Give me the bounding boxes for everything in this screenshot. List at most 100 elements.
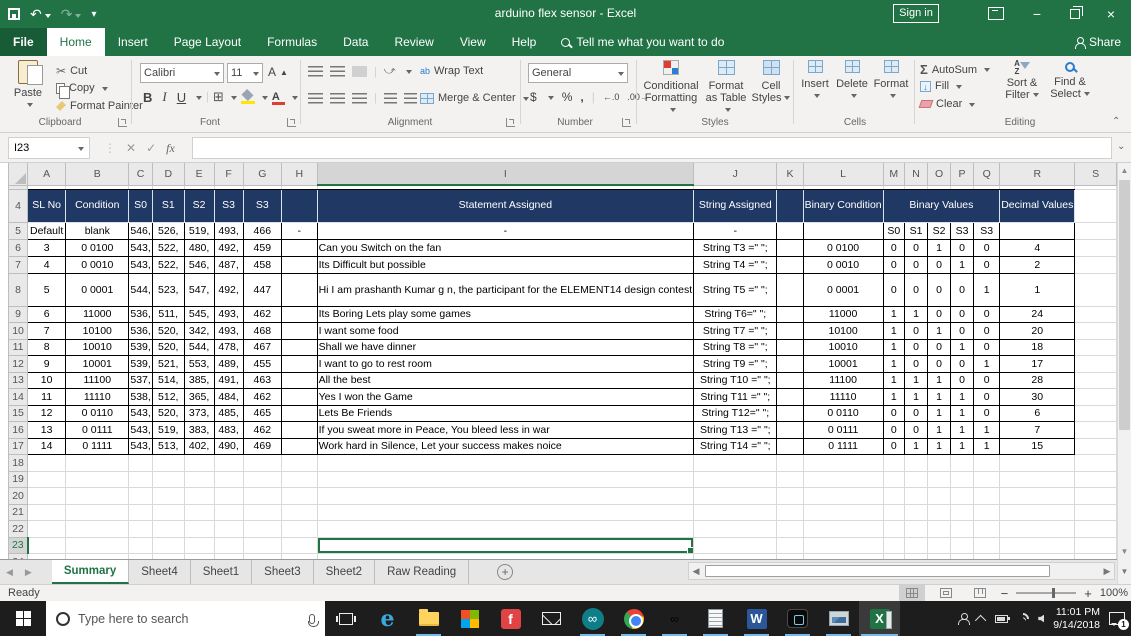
number-dialog-launcher-icon[interactable] bbox=[622, 118, 631, 127]
zoom-slider-thumb[interactable] bbox=[1052, 588, 1055, 598]
format-as-table-button[interactable]: Format as Table bbox=[703, 60, 749, 116]
cell[interactable]: 538, bbox=[129, 389, 152, 406]
increase-indent-icon[interactable] bbox=[404, 93, 417, 104]
taskbar-icon-word[interactable]: W bbox=[736, 601, 777, 636]
cell[interactable]: 0 0010 bbox=[66, 256, 129, 273]
cell[interactable] bbox=[803, 521, 883, 538]
cell[interactable]: 0 bbox=[928, 339, 951, 356]
cell[interactable]: String T4 =" "; bbox=[694, 256, 777, 273]
cell[interactable]: 0 bbox=[950, 273, 973, 306]
cell[interactable]: 546, bbox=[184, 256, 214, 273]
row-header-23[interactable]: 23 bbox=[9, 537, 28, 554]
cell[interactable] bbox=[694, 455, 777, 472]
column-header-D[interactable]: D bbox=[152, 163, 184, 185]
cell[interactable]: 462 bbox=[243, 306, 281, 323]
scrollbar-corner-icon[interactable]: ▼ bbox=[1119, 566, 1130, 577]
zoom-in-icon[interactable]: + bbox=[1084, 586, 1092, 601]
cell[interactable] bbox=[281, 405, 317, 422]
cell[interactable] bbox=[777, 504, 803, 521]
cell[interactable] bbox=[28, 471, 66, 488]
cell[interactable] bbox=[281, 339, 317, 356]
cell[interactable]: 483, bbox=[214, 422, 243, 439]
cell[interactable]: - bbox=[317, 222, 694, 239]
cell[interactable] bbox=[1075, 521, 1117, 538]
column-header-M[interactable]: M bbox=[883, 163, 904, 185]
cell[interactable]: 1 bbox=[974, 273, 1000, 306]
cell[interactable]: Work hard in Silence, Let your success m… bbox=[317, 438, 694, 455]
cell[interactable] bbox=[1075, 189, 1117, 222]
sheet-tab-sheet4[interactable]: Sheet4 bbox=[129, 560, 190, 584]
tab-review[interactable]: Review bbox=[381, 28, 446, 56]
align-bottom-icon[interactable] bbox=[352, 66, 367, 77]
clipboard-dialog-launcher-icon[interactable] bbox=[118, 118, 127, 127]
cell[interactable]: 0 0100 bbox=[803, 239, 883, 256]
cell[interactable]: - bbox=[694, 222, 777, 239]
column-header-E[interactable]: E bbox=[184, 163, 214, 185]
header-cell-c[interactable]: S0 bbox=[129, 189, 152, 222]
cell[interactable]: 480, bbox=[184, 239, 214, 256]
tab-formulas[interactable]: Formulas bbox=[254, 28, 330, 56]
cell[interactable]: 520, bbox=[152, 339, 184, 356]
cell[interactable] bbox=[317, 471, 694, 488]
cancel-formula-icon[interactable]: ✕ bbox=[126, 141, 136, 155]
cell[interactable] bbox=[184, 537, 214, 554]
cell[interactable] bbox=[281, 389, 317, 406]
cell[interactable] bbox=[1075, 356, 1117, 373]
cell[interactable] bbox=[777, 323, 803, 340]
scroll-up-icon[interactable]: ▲ bbox=[1119, 165, 1130, 176]
cell[interactable]: 543, bbox=[129, 438, 152, 455]
cell[interactable] bbox=[281, 455, 317, 472]
cell[interactable]: 10100 bbox=[66, 323, 129, 340]
cell[interactable]: 12 bbox=[28, 405, 66, 422]
taskbar-search[interactable]: Type here to search bbox=[46, 601, 325, 636]
cell[interactable] bbox=[904, 488, 927, 505]
cell[interactable] bbox=[281, 422, 317, 439]
cell[interactable]: 18 bbox=[1000, 339, 1075, 356]
row-header-7[interactable]: 7 bbox=[9, 256, 28, 273]
close-button[interactable]: × bbox=[1091, 0, 1131, 28]
battery-icon[interactable] bbox=[995, 615, 1008, 623]
row-header-11[interactable]: 11 bbox=[9, 339, 28, 356]
row-header-21[interactable]: 21 bbox=[9, 504, 28, 521]
cell[interactable]: 0 bbox=[883, 256, 904, 273]
copy-button[interactable]: Copy bbox=[56, 82, 108, 94]
insert-cells-button[interactable]: Insert bbox=[798, 60, 832, 102]
cell[interactable]: 11100 bbox=[803, 372, 883, 389]
row-header-10[interactable]: 10 bbox=[9, 323, 28, 340]
cell[interactable]: 467 bbox=[243, 339, 281, 356]
row-header-14[interactable]: 14 bbox=[9, 389, 28, 406]
bold-button[interactable]: B bbox=[140, 90, 155, 105]
cell[interactable] bbox=[281, 256, 317, 273]
cell[interactable] bbox=[1000, 471, 1075, 488]
cell[interactable]: 14 bbox=[28, 438, 66, 455]
header-cell-i[interactable]: Statement Assigned bbox=[317, 189, 694, 222]
autosum-button[interactable]: ΣAutoSum bbox=[920, 62, 990, 77]
column-header-C[interactable]: C bbox=[129, 163, 152, 185]
cell[interactable]: 543, bbox=[129, 405, 152, 422]
new-sheet-button[interactable]: + bbox=[497, 564, 513, 580]
cell[interactable]: 0 bbox=[904, 356, 927, 373]
name-box[interactable]: I23 bbox=[8, 137, 90, 159]
cell[interactable]: 1 bbox=[950, 422, 973, 439]
cell[interactable]: 0 bbox=[974, 239, 1000, 256]
wrap-text-button[interactable]: abWrap Text bbox=[420, 65, 483, 77]
cell[interactable]: 0 bbox=[904, 405, 927, 422]
cell[interactable] bbox=[777, 339, 803, 356]
cell[interactable] bbox=[28, 521, 66, 538]
cell[interactable]: 511, bbox=[152, 306, 184, 323]
cell[interactable]: 545, bbox=[184, 306, 214, 323]
cell[interactable]: String T14 =" "; bbox=[694, 438, 777, 455]
cell[interactable]: 1 bbox=[883, 372, 904, 389]
cell[interactable] bbox=[214, 504, 243, 521]
cell[interactable]: 11110 bbox=[803, 389, 883, 406]
cell[interactable] bbox=[184, 504, 214, 521]
column-header-N[interactable]: N bbox=[904, 163, 927, 185]
number-format-combo[interactable]: General bbox=[528, 63, 628, 83]
column-header-I[interactable]: I bbox=[317, 163, 694, 185]
cell[interactable] bbox=[243, 488, 281, 505]
font-name-combo[interactable]: Calibri bbox=[140, 63, 224, 83]
cell[interactable]: 1 bbox=[904, 372, 927, 389]
cell[interactable]: 1 bbox=[1000, 273, 1075, 306]
taskbar-icon-mail[interactable] bbox=[531, 601, 572, 636]
cell[interactable]: 0 bbox=[904, 422, 927, 439]
